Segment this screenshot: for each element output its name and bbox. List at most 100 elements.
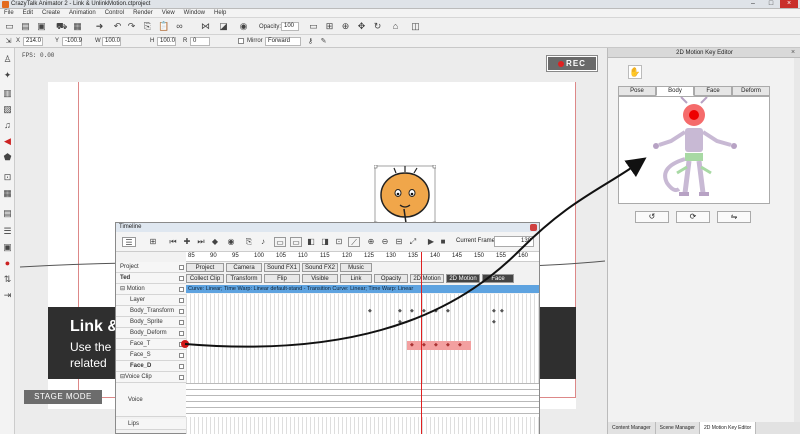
key-icon[interactable]: ⚷	[305, 36, 316, 47]
h-field[interactable]: 100.0	[157, 37, 176, 46]
link-button[interactable]: Link	[340, 274, 372, 283]
tab-body[interactable]: Body	[656, 86, 694, 96]
loop-icon[interactable]: ⊡	[334, 237, 344, 247]
fit-icon[interactable]: ⊞	[324, 21, 335, 32]
frame-2x-icon[interactable]: ▭	[290, 237, 302, 247]
flip-button[interactable]: Flip	[264, 274, 300, 283]
stage-mode-button[interactable]: STAGE MODE	[24, 390, 102, 404]
track-voice-clip[interactable]: ⊟Voice Clip	[116, 372, 186, 383]
opacity-button[interactable]: Opacity	[374, 274, 408, 283]
add-key-icon[interactable]: ✚	[182, 237, 192, 247]
body-rig-preview[interactable]	[618, 96, 770, 204]
monitor-icon[interactable]: ▭	[308, 21, 319, 32]
track-motion[interactable]: ⊟ Motion	[116, 284, 186, 295]
tab-pose[interactable]: Pose	[618, 86, 656, 96]
menu-edit[interactable]: Edit	[23, 9, 33, 17]
track-face-s[interactable]: Face_S	[116, 350, 186, 361]
menu-animation[interactable]: Animation	[69, 9, 96, 17]
keyframe-marker[interactable]: ◆	[446, 308, 450, 314]
menu-help[interactable]: Help	[214, 9, 226, 17]
zoom-icon[interactable]: ⊕	[340, 21, 351, 32]
copy-icon[interactable]: ⎘	[142, 21, 153, 32]
layer-order-icon[interactable]: ◪	[218, 21, 229, 32]
redo-icon[interactable]: ↷	[126, 21, 137, 32]
frame-icon[interactable]: ▣	[2, 242, 13, 253]
maximize-button[interactable]: □	[762, 0, 780, 8]
w-field[interactable]: 100.0	[102, 37, 121, 46]
keyframe-marker[interactable]: ◆	[410, 342, 414, 348]
save-icon[interactable]: ▣	[36, 21, 47, 32]
music-note-icon[interactable]: ♪	[258, 237, 268, 247]
keyframe-marker[interactable]: ◆	[446, 342, 450, 348]
2d-motion-active-button[interactable]: 2D Motion	[446, 274, 480, 283]
pin-icon[interactable]: ✎	[318, 36, 329, 47]
cart-icon[interactable]: ⛟	[56, 21, 67, 32]
track-layer[interactable]: Layer	[116, 295, 186, 306]
character-head[interactable]	[374, 165, 436, 225]
mirror-pose-icon[interactable]: ⇋	[717, 211, 751, 223]
track-checkbox[interactable]	[179, 298, 184, 303]
keyframe-marker[interactable]: ◆	[368, 308, 372, 314]
layer-icon[interactable]: ◧	[306, 237, 316, 247]
expand-icon[interactable]: ⤢	[408, 237, 418, 247]
reset-icon[interactable]: ⟳	[676, 211, 710, 223]
track-checkbox[interactable]	[179, 276, 184, 281]
rotate-left-icon[interactable]: ↺	[635, 211, 669, 223]
track-lips[interactable]: Lips	[116, 419, 186, 430]
move-icon[interactable]: ✥	[356, 21, 367, 32]
keyframe-marker[interactable]: ◆	[434, 308, 438, 314]
keyframe-marker[interactable]: ◆	[492, 319, 496, 325]
track-list-icon[interactable]: ☰	[122, 237, 136, 247]
rec-button[interactable]: REC	[546, 55, 598, 72]
tab-2d-motion-key-editor[interactable]: 2D Motion Key Editor	[699, 422, 757, 434]
actor-icon[interactable]: ♙	[2, 54, 13, 65]
new-file-icon[interactable]: ▭	[4, 21, 15, 32]
opacity-field[interactable]: 100	[281, 22, 299, 31]
track-ted[interactable]: Ted	[116, 273, 186, 284]
keyframe-marker[interactable]: ◆	[422, 342, 426, 348]
layout-icon[interactable]: ▤	[2, 208, 13, 219]
track-checkbox[interactable]	[179, 353, 184, 358]
music-button[interactable]: Music	[340, 263, 372, 272]
copy-key-icon[interactable]: ⎘	[244, 237, 254, 247]
next-key-icon[interactable]: ⏭	[196, 237, 206, 247]
motion-clip[interactable]: Curve: Linear; Time Warp: Linear default…	[186, 285, 539, 293]
split-icon[interactable]: ◫	[410, 21, 421, 32]
undo-icon[interactable]: ↶	[112, 21, 123, 32]
project-button[interactable]: Project	[186, 263, 224, 272]
fit-timeline-icon[interactable]: ⊟	[394, 237, 404, 247]
track-checkbox[interactable]	[179, 375, 184, 380]
keyframe-marker[interactable]: ◆	[500, 308, 504, 314]
speaker-icon[interactable]: ◀	[2, 136, 13, 147]
transform-button[interactable]: Transform	[226, 274, 262, 283]
r-field[interactable]: 0	[190, 37, 210, 46]
tab-content-manager[interactable]: Content Manager	[608, 422, 656, 434]
y-field[interactable]: -100.9	[62, 37, 82, 46]
eye-icon[interactable]: ◉	[238, 21, 249, 32]
current-frame-field[interactable]: 139	[494, 236, 534, 247]
film-icon[interactable]: ▥	[2, 88, 13, 99]
voice-waveform-area[interactable]	[186, 383, 539, 417]
track-body-deform[interactable]: Body_Deform	[116, 328, 186, 339]
prev-key-icon[interactable]: ⏮	[168, 237, 178, 247]
sound-fx2-button[interactable]: Sound FX2	[302, 263, 338, 272]
frame-ruler[interactable]: 85 90 95 100 105 110 115 120 125 130 135…	[186, 252, 539, 262]
menu-window[interactable]: Window	[184, 9, 205, 17]
track-project[interactable]: Project	[116, 262, 186, 273]
track-body-sprite[interactable]: Body_Sprite	[116, 317, 186, 328]
frame-1x-icon[interactable]: ▭	[274, 237, 286, 247]
link-icon[interactable]: ∞	[174, 21, 185, 32]
export-icon[interactable]: ➜	[94, 21, 105, 32]
import-icon[interactable]: ▦	[72, 21, 83, 32]
2d-motion-button[interactable]: 2D Motion	[410, 274, 444, 283]
music-icon[interactable]: ♫	[2, 120, 13, 131]
x-field[interactable]: 214.0	[23, 37, 43, 46]
tab-face[interactable]: Face	[694, 86, 732, 96]
track-checkbox[interactable]	[179, 364, 184, 369]
track-checkbox[interactable]	[179, 265, 184, 270]
close-button[interactable]: ×	[780, 0, 798, 8]
keyframe-marker[interactable]: ◆	[434, 342, 438, 348]
menu-view[interactable]: View	[162, 9, 175, 17]
grid-icon[interactable]: ▦	[2, 188, 13, 199]
key-menu-icon[interactable]: ◆	[210, 237, 220, 247]
